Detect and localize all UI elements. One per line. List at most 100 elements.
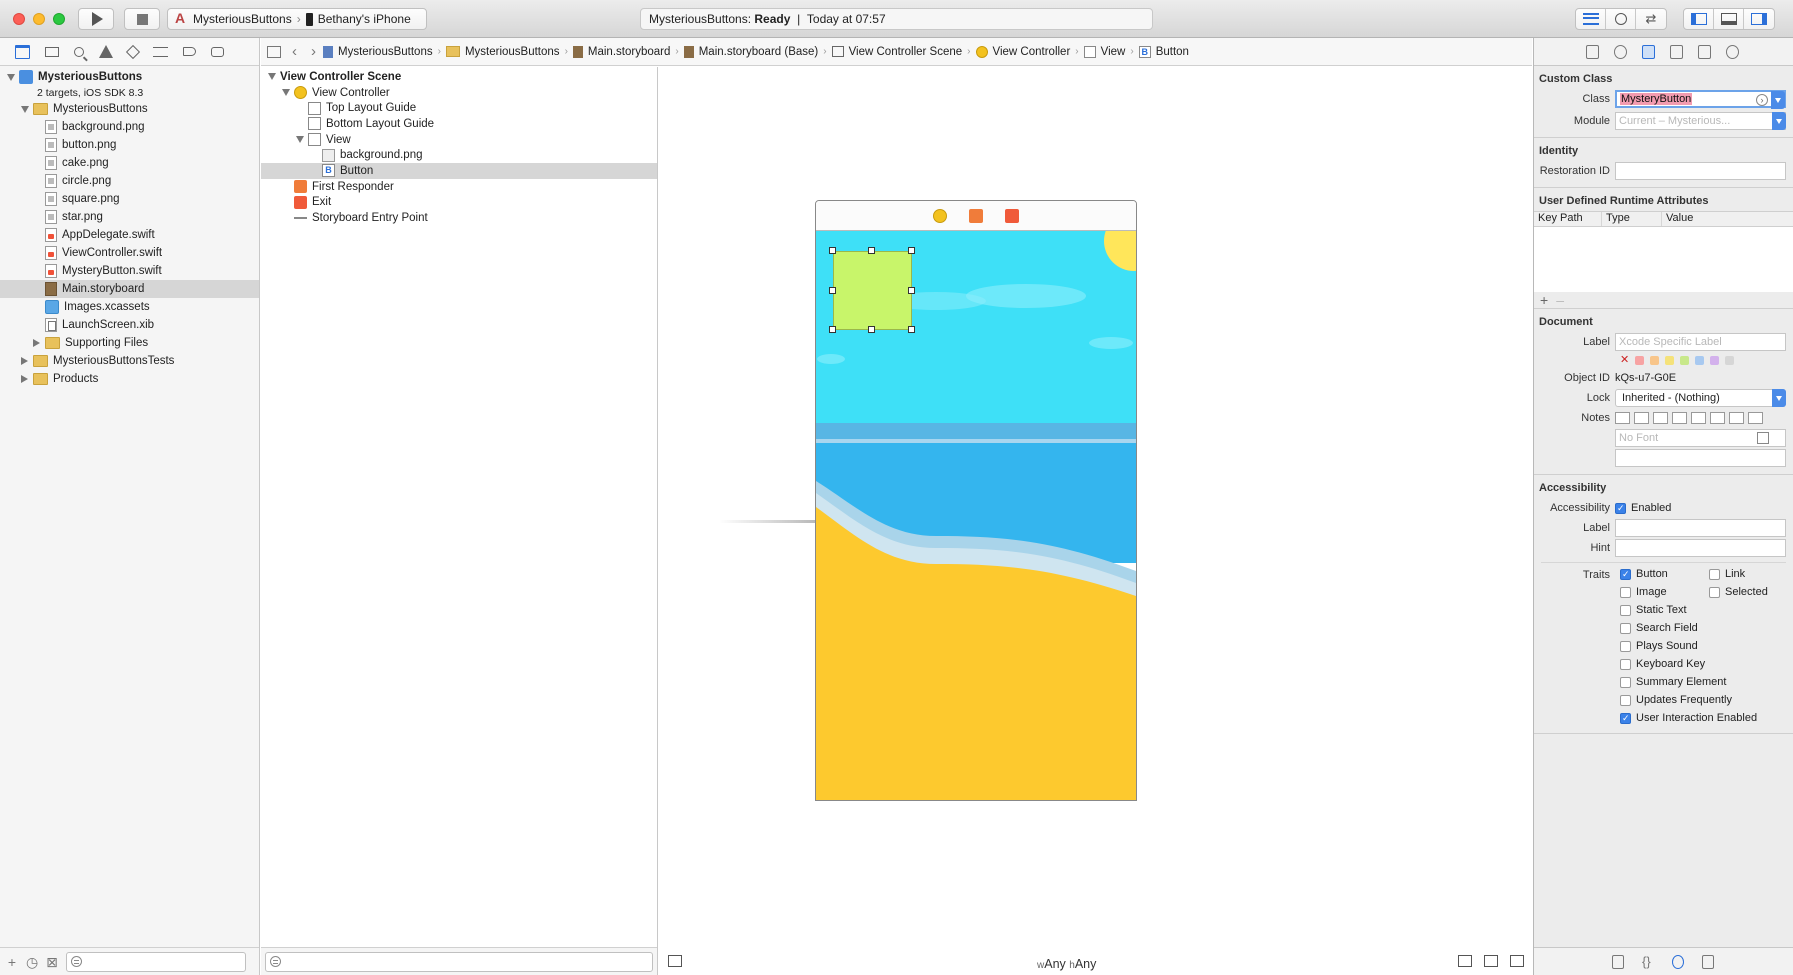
scm-status-icon[interactable]: ⊠	[46, 955, 58, 969]
device-name[interactable]: Bethany's iPhone	[318, 12, 411, 26]
disclosure-triangle-icon[interactable]	[20, 375, 29, 384]
lock-popup[interactable]: Inherited - (Nothing)	[1615, 389, 1786, 407]
trait-checkbox[interactable]	[1620, 712, 1631, 724]
resolve-layout-icon[interactable]	[1510, 955, 1524, 967]
outline-item[interactable]: B Button	[261, 163, 657, 179]
issue-navigator-warning-icon[interactable]	[99, 45, 113, 58]
jump-bar-item[interactable]: View Controller ›	[975, 45, 1084, 58]
forward-chevron-icon[interactable]: ›	[311, 43, 316, 60]
jump-bar-item[interactable]: MysteriousButtons ›	[445, 46, 573, 58]
resize-handle-left[interactable]	[829, 287, 836, 294]
size-class-control[interactable]: wAny hAny	[1037, 957, 1096, 971]
window-minimize-button[interactable]	[33, 13, 45, 25]
disclosure-triangle-icon[interactable]	[6, 73, 15, 82]
background-image[interactable]	[816, 211, 1136, 800]
trait-row[interactable]: Updates Frequently	[1620, 691, 1793, 709]
object-library-icon[interactable]	[1672, 954, 1684, 969]
label-color-swatch[interactable]	[1725, 355, 1734, 365]
class-value[interactable]: MysteryButton	[1620, 93, 1693, 105]
navigator-item[interactable]: Supporting Files	[0, 334, 259, 352]
trait-row[interactable]: User Interaction Enabled	[1620, 709, 1793, 727]
outline-item[interactable]: First Responder	[261, 179, 657, 195]
label-color-swatch[interactable]	[1695, 355, 1704, 365]
column-header-keypath[interactable]: Key Path	[1534, 212, 1602, 226]
trait-checkbox[interactable]	[1620, 568, 1631, 580]
chevron-down-icon[interactable]	[1771, 91, 1785, 109]
outline-item[interactable]: Storyboard Entry Point	[261, 210, 657, 226]
trait-row[interactable]: Summary Element	[1620, 673, 1793, 691]
toggle-navigator-button[interactable]	[1684, 9, 1714, 29]
navigator-item[interactable]: cake.png	[0, 154, 259, 172]
class-combo-field[interactable]: MysteryButton ›	[1615, 90, 1786, 109]
quick-help-icon[interactable]	[1614, 44, 1627, 59]
align-justify-icon[interactable]	[1672, 412, 1687, 424]
xcode-label-field[interactable]: Xcode Specific Label	[1615, 333, 1786, 351]
navigator-item[interactable]: Images.xcassets	[0, 298, 259, 316]
module-combo-field[interactable]: Current – Mysterious...	[1615, 112, 1786, 130]
runtime-attributes-table[interactable]	[1534, 227, 1793, 292]
trait-row[interactable]: Button	[1620, 565, 1709, 583]
interface-builder-canvas[interactable]: wAny hAny	[659, 67, 1532, 975]
debug-navigator-icon[interactable]	[153, 46, 168, 57]
navigator-item[interactable]: MysteriousButtonsTests	[0, 352, 259, 370]
scheme-name[interactable]: MysteriousButtons	[193, 12, 292, 26]
resize-handle-bottom[interactable]	[868, 326, 875, 333]
align-center-icon[interactable]	[1634, 412, 1649, 424]
window-zoom-button[interactable]	[53, 13, 65, 25]
toggle-debug-area-button[interactable]	[1714, 9, 1744, 29]
trait-checkbox[interactable]	[1620, 658, 1631, 670]
add-attribute-button[interactable]: +	[1540, 292, 1548, 308]
text-color-icon[interactable]	[1710, 412, 1725, 424]
notes-text-area[interactable]	[1615, 449, 1786, 467]
file-template-library-icon[interactable]	[1612, 954, 1624, 969]
trait-row[interactable]: Link	[1709, 565, 1793, 583]
view-controller-icon[interactable]	[933, 208, 947, 223]
add-icon[interactable]: +	[6, 955, 18, 969]
outline-item[interactable]: background.png	[261, 147, 657, 163]
resize-handle-top[interactable]	[868, 247, 875, 254]
navigator-item[interactable]: button.png	[0, 136, 259, 154]
navigator-item[interactable]: Products	[0, 370, 259, 388]
file-inspector-icon[interactable]	[1586, 44, 1599, 59]
outline-item[interactable]: Top Layout Guide	[261, 100, 657, 116]
trait-row[interactable]: Image	[1620, 583, 1709, 601]
scheme-selector[interactable]: MysteriousButtons › Bethany's iPhone	[167, 8, 427, 30]
label-color-swatch[interactable]	[1680, 355, 1689, 365]
breakpoint-navigator-icon[interactable]	[183, 47, 196, 56]
trait-row[interactable]: Plays Sound	[1620, 637, 1793, 655]
related-items-grid-icon[interactable]	[267, 45, 281, 58]
back-chevron-icon[interactable]: ‹	[292, 43, 297, 60]
navigator-item[interactable]: MysteryButton.swift	[0, 262, 259, 280]
trait-row[interactable]: Keyboard Key	[1620, 655, 1793, 673]
exit-icon[interactable]	[1005, 208, 1019, 223]
navigator-item[interactable]: ViewController.swift	[0, 244, 259, 262]
disclosure-triangle-icon[interactable]	[20, 357, 29, 366]
remove-attribute-button[interactable]: –	[1556, 292, 1564, 308]
trait-checkbox[interactable]	[1709, 586, 1720, 598]
trait-row[interactable]: Selected	[1709, 583, 1793, 601]
restoration-id-field[interactable]	[1615, 162, 1786, 180]
assistant-editor-button[interactable]	[1606, 9, 1636, 29]
stop-button[interactable]	[124, 8, 160, 30]
version-editor-button[interactable]: ⇄	[1636, 9, 1666, 29]
toggle-utilities-button[interactable]	[1744, 9, 1774, 29]
view-controller-scene[interactable]	[815, 200, 1137, 801]
column-header-type[interactable]: Type	[1602, 212, 1662, 226]
font-picker-t-icon[interactable]	[1757, 432, 1769, 444]
disclosure-triangle-icon[interactable]	[267, 72, 276, 81]
recent-files-clock-icon[interactable]: ◷	[26, 955, 38, 969]
label-color-swatch[interactable]	[1710, 355, 1719, 365]
project-navigator-folder-icon[interactable]	[15, 44, 30, 59]
font-field[interactable]: No Font	[1615, 429, 1786, 447]
label-color-swatch[interactable]	[1665, 355, 1674, 365]
outline-filter-input[interactable]	[265, 951, 653, 972]
media-library-icon[interactable]	[1702, 954, 1714, 969]
trait-checkbox[interactable]	[1620, 640, 1631, 652]
accessibility-enabled-checkbox[interactable]	[1615, 502, 1626, 514]
align-icon[interactable]	[1458, 955, 1472, 967]
resize-handle-right[interactable]	[908, 287, 915, 294]
resize-handle-bottom-left[interactable]	[829, 326, 836, 333]
disclosure-triangle-icon[interactable]	[20, 105, 29, 114]
outline-item[interactable]: Bottom Layout Guide	[261, 116, 657, 132]
outline-item[interactable]: Exit	[261, 195, 657, 211]
